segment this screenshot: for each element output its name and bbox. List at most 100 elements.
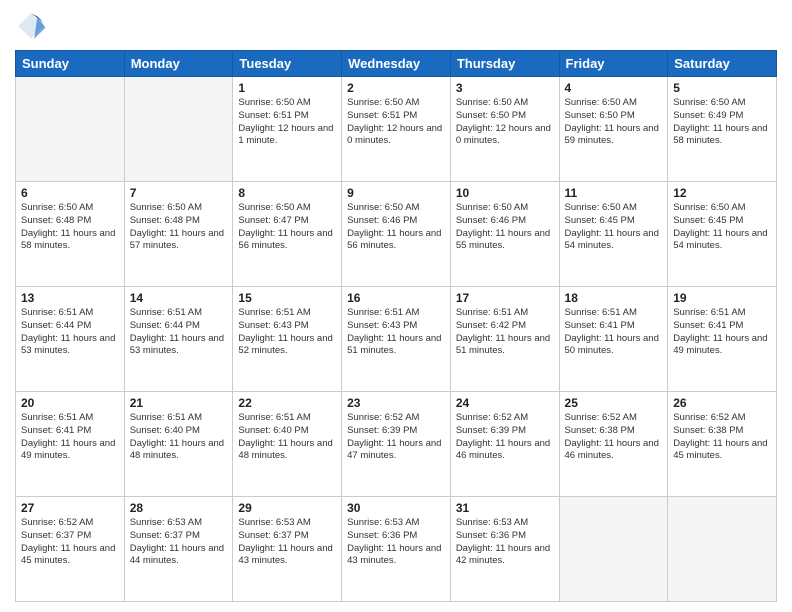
day-cell: 10 Sunrise: 6:50 AM Sunset: 6:46 PM Dayli… [450, 182, 559, 287]
weekday-header-row: SundayMondayTuesdayWednesdayThursdayFrid… [16, 51, 777, 77]
day-number: 13 [21, 291, 119, 305]
day-cell: 23 Sunrise: 6:52 AM Sunset: 6:39 PM Dayli… [342, 392, 451, 497]
day-cell: 13 Sunrise: 6:51 AM Sunset: 6:44 PM Dayli… [16, 287, 125, 392]
day-cell: 29 Sunrise: 6:53 AM Sunset: 6:37 PM Dayli… [233, 497, 342, 602]
day-info: Sunrise: 6:51 AM Sunset: 6:43 PM Dayligh… [347, 307, 445, 358]
weekday-wednesday: Wednesday [342, 51, 451, 77]
day-cell: 19 Sunrise: 6:51 AM Sunset: 6:41 PM Dayli… [668, 287, 777, 392]
day-cell: 26 Sunrise: 6:52 AM Sunset: 6:38 PM Dayli… [668, 392, 777, 497]
day-number: 11 [565, 186, 663, 200]
day-number: 18 [565, 291, 663, 305]
day-info: Sunrise: 6:50 AM Sunset: 6:47 PM Dayligh… [238, 202, 336, 253]
day-info: Sunrise: 6:52 AM Sunset: 6:37 PM Dayligh… [21, 517, 119, 568]
week-row-2: 13 Sunrise: 6:51 AM Sunset: 6:44 PM Dayli… [16, 287, 777, 392]
day-cell: 12 Sunrise: 6:50 AM Sunset: 6:45 PM Dayli… [668, 182, 777, 287]
day-info: Sunrise: 6:53 AM Sunset: 6:37 PM Dayligh… [130, 517, 228, 568]
day-number: 8 [238, 186, 336, 200]
day-info: Sunrise: 6:52 AM Sunset: 6:39 PM Dayligh… [347, 412, 445, 463]
day-number: 23 [347, 396, 445, 410]
day-cell: 31Sunrise: 6:53 AM Sunset: 6:36 PM Dayli… [450, 497, 559, 602]
day-info: Sunrise: 6:52 AM Sunset: 6:39 PM Dayligh… [456, 412, 554, 463]
week-row-4: 27 Sunrise: 6:52 AM Sunset: 6:37 PM Dayli… [16, 497, 777, 602]
day-info: Sunrise: 6:51 AM Sunset: 6:44 PM Dayligh… [130, 307, 228, 358]
day-info: Sunrise: 6:51 AM Sunset: 6:44 PM Dayligh… [21, 307, 119, 358]
day-number: 14 [130, 291, 228, 305]
day-info: Sunrise: 6:50 AM Sunset: 6:46 PM Dayligh… [456, 202, 554, 253]
day-number: 12 [673, 186, 771, 200]
day-number: 29 [238, 501, 336, 515]
day-cell: 25Sunrise: 6:52 AM Sunset: 6:38 PM Dayli… [559, 392, 668, 497]
day-info: Sunrise: 6:51 AM Sunset: 6:41 PM Dayligh… [565, 307, 663, 358]
day-number: 21 [130, 396, 228, 410]
day-number: 9 [347, 186, 445, 200]
day-info: Sunrise: 6:50 AM Sunset: 6:51 PM Dayligh… [347, 97, 445, 148]
day-cell: 18 Sunrise: 6:51 AM Sunset: 6:41 PM Dayli… [559, 287, 668, 392]
day-info: Sunrise: 6:52 AM Sunset: 6:38 PM Dayligh… [565, 412, 663, 463]
day-info: Sunrise: 6:51 AM Sunset: 6:40 PM Dayligh… [130, 412, 228, 463]
day-cell: 6Sunrise: 6:50 AM Sunset: 6:48 PM Daylig… [16, 182, 125, 287]
day-cell: 22 Sunrise: 6:51 AM Sunset: 6:40 PM Dayli… [233, 392, 342, 497]
day-cell: 9 Sunrise: 6:50 AM Sunset: 6:46 PM Daylig… [342, 182, 451, 287]
day-number: 30 [347, 501, 445, 515]
day-info: Sunrise: 6:50 AM Sunset: 6:45 PM Dayligh… [565, 202, 663, 253]
week-row-0: 1 Sunrise: 6:50 AM Sunset: 6:51 PM Daylig… [16, 77, 777, 182]
weekday-thursday: Thursday [450, 51, 559, 77]
day-cell: 21 Sunrise: 6:51 AM Sunset: 6:40 PM Dayli… [124, 392, 233, 497]
weekday-friday: Friday [559, 51, 668, 77]
weekday-tuesday: Tuesday [233, 51, 342, 77]
day-cell [559, 497, 668, 602]
day-number: 22 [238, 396, 336, 410]
day-info: Sunrise: 6:50 AM Sunset: 6:46 PM Dayligh… [347, 202, 445, 253]
day-number: 16 [347, 291, 445, 305]
day-number: 28 [130, 501, 228, 515]
day-info: Sunrise: 6:50 AM Sunset: 6:50 PM Dayligh… [456, 97, 554, 148]
day-number: 26 [673, 396, 771, 410]
week-row-1: 6Sunrise: 6:50 AM Sunset: 6:48 PM Daylig… [16, 182, 777, 287]
day-info: Sunrise: 6:53 AM Sunset: 6:36 PM Dayligh… [347, 517, 445, 568]
day-number: 20 [21, 396, 119, 410]
day-number: 15 [238, 291, 336, 305]
day-cell: 1 Sunrise: 6:50 AM Sunset: 6:51 PM Daylig… [233, 77, 342, 182]
day-number: 17 [456, 291, 554, 305]
day-number: 19 [673, 291, 771, 305]
calendar-table: SundayMondayTuesdayWednesdayThursdayFrid… [15, 50, 777, 602]
day-cell: 28 Sunrise: 6:53 AM Sunset: 6:37 PM Dayli… [124, 497, 233, 602]
day-cell: 24Sunrise: 6:52 AM Sunset: 6:39 PM Dayli… [450, 392, 559, 497]
day-cell [16, 77, 125, 182]
day-info: Sunrise: 6:53 AM Sunset: 6:37 PM Dayligh… [238, 517, 336, 568]
day-number: 2 [347, 81, 445, 95]
weekday-monday: Monday [124, 51, 233, 77]
day-number: 4 [565, 81, 663, 95]
day-info: Sunrise: 6:51 AM Sunset: 6:43 PM Dayligh… [238, 307, 336, 358]
day-cell: 14 Sunrise: 6:51 AM Sunset: 6:44 PM Dayli… [124, 287, 233, 392]
day-cell: 17 Sunrise: 6:51 AM Sunset: 6:42 PM Dayli… [450, 287, 559, 392]
day-number: 27 [21, 501, 119, 515]
day-cell: 3 Sunrise: 6:50 AM Sunset: 6:50 PM Daylig… [450, 77, 559, 182]
day-number: 10 [456, 186, 554, 200]
day-cell [668, 497, 777, 602]
day-number: 7 [130, 186, 228, 200]
day-info: Sunrise: 6:52 AM Sunset: 6:38 PM Dayligh… [673, 412, 771, 463]
day-info: Sunrise: 6:51 AM Sunset: 6:41 PM Dayligh… [673, 307, 771, 358]
day-info: Sunrise: 6:51 AM Sunset: 6:41 PM Dayligh… [21, 412, 119, 463]
day-info: Sunrise: 6:50 AM Sunset: 6:45 PM Dayligh… [673, 202, 771, 253]
header [15, 10, 777, 42]
day-cell: 16 Sunrise: 6:51 AM Sunset: 6:43 PM Dayli… [342, 287, 451, 392]
day-info: Sunrise: 6:50 AM Sunset: 6:48 PM Dayligh… [21, 202, 119, 253]
day-info: Sunrise: 6:51 AM Sunset: 6:40 PM Dayligh… [238, 412, 336, 463]
day-number: 1 [238, 81, 336, 95]
day-info: Sunrise: 6:50 AM Sunset: 6:49 PM Dayligh… [673, 97, 771, 148]
day-info: Sunrise: 6:50 AM Sunset: 6:51 PM Dayligh… [238, 97, 336, 148]
weekday-sunday: Sunday [16, 51, 125, 77]
logo [15, 10, 51, 42]
weekday-saturday: Saturday [668, 51, 777, 77]
day-cell: 7Sunrise: 6:50 AM Sunset: 6:48 PM Daylig… [124, 182, 233, 287]
day-number: 3 [456, 81, 554, 95]
day-cell: 5Sunrise: 6:50 AM Sunset: 6:49 PM Daylig… [668, 77, 777, 182]
day-info: Sunrise: 6:51 AM Sunset: 6:42 PM Dayligh… [456, 307, 554, 358]
day-info: Sunrise: 6:50 AM Sunset: 6:50 PM Dayligh… [565, 97, 663, 148]
day-cell: 20 Sunrise: 6:51 AM Sunset: 6:41 PM Dayli… [16, 392, 125, 497]
day-cell: 30 Sunrise: 6:53 AM Sunset: 6:36 PM Dayli… [342, 497, 451, 602]
day-cell: 8 Sunrise: 6:50 AM Sunset: 6:47 PM Daylig… [233, 182, 342, 287]
day-info: Sunrise: 6:53 AM Sunset: 6:36 PM Dayligh… [456, 517, 554, 568]
